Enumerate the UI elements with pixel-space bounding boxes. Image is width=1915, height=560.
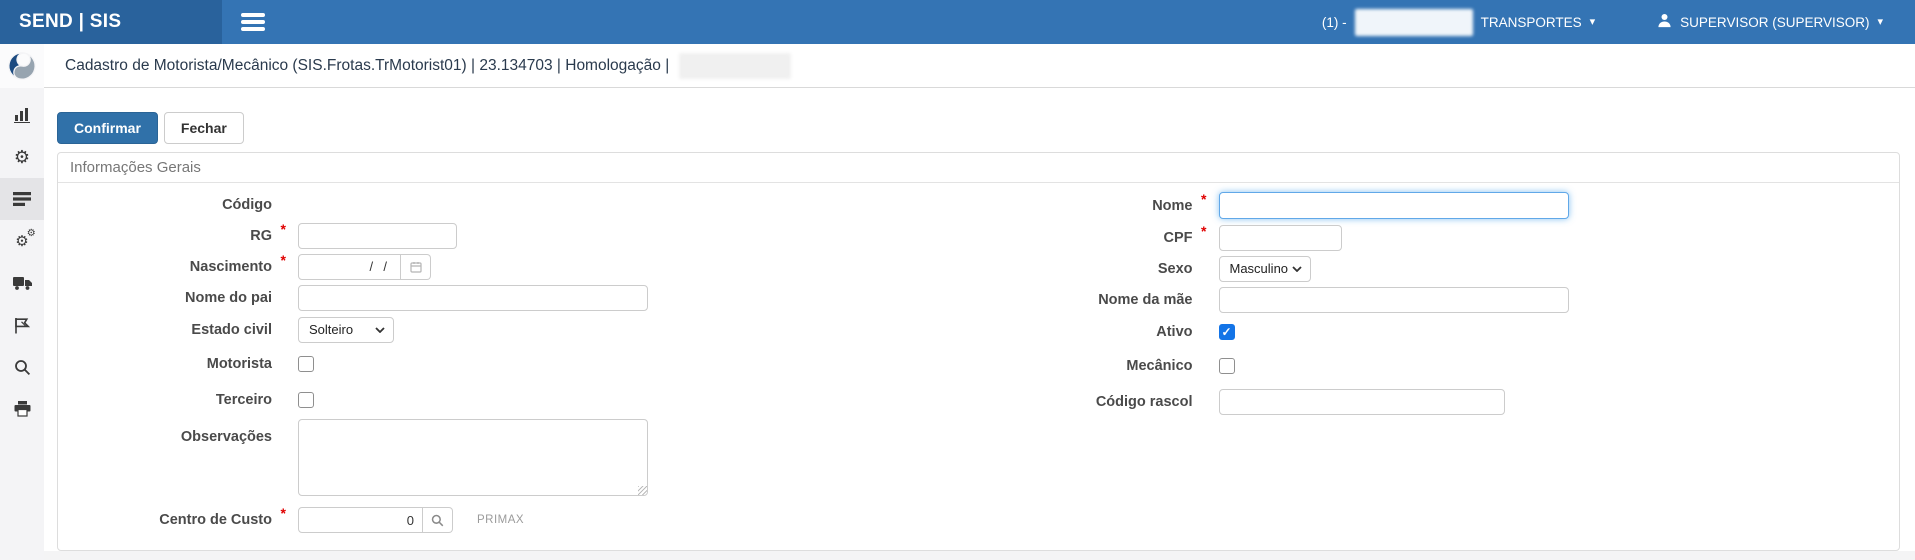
required-asterisk: *: [1201, 223, 1206, 239]
company-suffix: TRANSPORTES: [1481, 15, 1582, 30]
user-icon: [1657, 13, 1672, 31]
sidebar: ⚙ ⚙⚙: [0, 44, 44, 560]
chevron-down-icon: ▾: [1590, 17, 1596, 28]
cogs-icon[interactable]: ⚙⚙: [0, 220, 44, 262]
company-selector[interactable]: (1) - TRANSPORTES ▾: [1322, 9, 1595, 36]
confirm-button[interactable]: Confirmar: [57, 112, 158, 144]
row-estado-civil: Estado civil Solteiro: [58, 313, 979, 346]
form-column-left: Código RG* Nascimento*: [58, 189, 979, 540]
centro-de-custo-input[interactable]: [298, 507, 423, 533]
chevron-down-icon: ▾: [1877, 17, 1883, 28]
app-brand: SEND | SIS: [0, 0, 222, 44]
row-nome: Nome*: [979, 189, 1900, 222]
row-sexo: Sexo Masculino: [979, 253, 1900, 284]
search-icon[interactable]: [0, 346, 44, 388]
row-terceiro: Terceiro: [58, 382, 979, 417]
general-info-panel: Informações Gerais Código RG* Nascimento…: [57, 152, 1900, 551]
observacoes-label: Observações: [58, 419, 288, 445]
codigo-rascol-label: Código rascol: [979, 394, 1209, 410]
gear-icon[interactable]: ⚙: [0, 136, 44, 178]
codigo-label: Código: [58, 197, 288, 213]
bottom-strip: [44, 551, 1915, 560]
row-nome-da-mae: Nome da mãe: [979, 284, 1900, 315]
row-rg: RG*: [58, 220, 979, 251]
printer-icon[interactable]: [0, 388, 44, 430]
required-asterisk: *: [1201, 191, 1206, 207]
motorista-label: Motorista: [58, 356, 288, 372]
cpf-input[interactable]: [1219, 225, 1342, 251]
estado-civil-select[interactable]: Solteiro: [298, 317, 394, 343]
header-right: (1) - TRANSPORTES ▾ SUPERVISOR (SUPERVIS…: [1322, 9, 1915, 36]
sexo-label: Sexo: [979, 261, 1209, 277]
mecanico-checkbox[interactable]: [1219, 358, 1235, 374]
codigo-rascol-input[interactable]: [1219, 389, 1505, 415]
company-prefix: (1) -: [1322, 15, 1347, 30]
sexo-select[interactable]: Masculino: [1219, 256, 1311, 282]
row-nome-do-pai: Nome do pai: [58, 282, 979, 313]
flag-icon[interactable]: [0, 304, 44, 346]
row-cpf: CPF*: [979, 222, 1900, 253]
ativo-label: Ativo: [979, 324, 1209, 340]
nome-do-pai-input[interactable]: [298, 285, 648, 311]
page-title: Cadastro de Motorista/Mecânico (SIS.Frot…: [65, 57, 669, 75]
nome-do-pai-label: Nome do pai: [58, 290, 288, 306]
form-column-right: Nome* CPF* Sexo Masculino: [979, 189, 1900, 540]
required-asterisk: *: [281, 505, 286, 521]
panel-body: Código RG* Nascimento*: [58, 183, 1899, 540]
nome-da-mae-label: Nome da mãe: [979, 292, 1209, 308]
row-codigo: Código: [58, 189, 979, 220]
nascimento-label: Nascimento*: [58, 259, 288, 275]
titlebar: Cadastro de Motorista/Mecânico (SIS.Frot…: [44, 44, 1915, 88]
toolbar: Confirmar Fechar: [44, 88, 1915, 144]
centro-de-custo-note: PRIMAX: [477, 514, 524, 526]
user-menu[interactable]: SUPERVISOR (SUPERVISOR) ▾: [1657, 13, 1883, 31]
ativo-checkbox[interactable]: [1219, 324, 1235, 340]
centro-de-custo-label: Centro de Custo*: [58, 512, 288, 528]
row-mecanico: Mecânico: [979, 348, 1900, 384]
user-label: SUPERVISOR (SUPERVISOR): [1680, 15, 1869, 30]
estado-civil-label: Estado civil: [58, 322, 288, 338]
nome-label: Nome*: [979, 198, 1209, 214]
menu-list-icon[interactable]: [0, 178, 44, 220]
required-asterisk: *: [281, 252, 286, 268]
bar-chart-icon[interactable]: [0, 94, 44, 136]
title-redacted: [679, 53, 791, 79]
row-codigo-rascol: Código rascol: [979, 384, 1900, 419]
panel-legend: Informações Gerais: [58, 153, 1899, 183]
row-ativo: Ativo: [979, 315, 1900, 348]
rg-label: RG*: [58, 228, 288, 244]
terceiro-checkbox[interactable]: [298, 392, 314, 408]
magnifier-icon: [431, 514, 444, 527]
nome-da-mae-input[interactable]: [1219, 287, 1569, 313]
required-asterisk: *: [281, 221, 286, 237]
mecanico-label: Mecânico: [979, 358, 1209, 374]
rg-input[interactable]: [298, 223, 457, 249]
terceiro-label: Terceiro: [58, 392, 288, 408]
nascimento-date-input[interactable]: [298, 254, 401, 280]
chevron-down-icon: [375, 327, 385, 333]
row-nascimento: Nascimento*: [58, 251, 979, 282]
main-area: Cadastro de Motorista/Mecânico (SIS.Frot…: [44, 44, 1915, 560]
row-observacoes: Observações: [58, 419, 979, 496]
motorista-checkbox[interactable]: [298, 356, 314, 372]
row-motorista: Motorista: [58, 346, 979, 382]
nome-input[interactable]: [1219, 192, 1569, 219]
top-header: SEND | SIS (1) - TRANSPORTES ▾ SUPERVISO…: [0, 0, 1915, 44]
calendar-button[interactable]: [401, 254, 431, 280]
truck-icon[interactable]: [0, 262, 44, 304]
row-centro-de-custo: Centro de Custo* PRIMAX: [58, 500, 979, 540]
close-button[interactable]: Fechar: [164, 112, 244, 144]
observacoes-textarea[interactable]: [298, 419, 648, 496]
company-name-redacted: [1355, 9, 1473, 36]
centro-de-custo-search-button[interactable]: [423, 507, 453, 533]
chevron-down-icon: [1292, 266, 1302, 272]
cpf-label: CPF*: [979, 230, 1209, 246]
hamburger-menu-icon[interactable]: [237, 6, 269, 39]
app-logo: [0, 44, 44, 88]
